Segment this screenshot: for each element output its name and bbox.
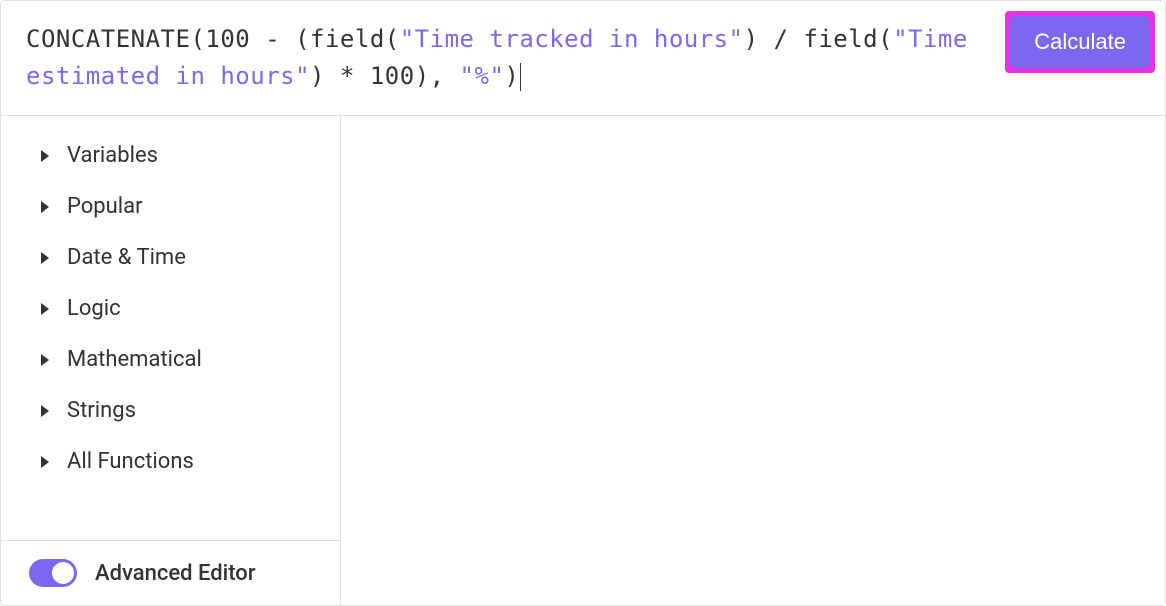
formula-token: ) / field(: [744, 25, 894, 53]
category-item-logic[interactable]: Logic: [1, 283, 340, 334]
advanced-editor-toggle[interactable]: [29, 559, 77, 587]
category-item-strings[interactable]: Strings: [1, 385, 340, 436]
formula-token: CONCATENATE(100 - (field(: [26, 25, 400, 53]
sidebar-footer: Advanced Editor: [1, 540, 340, 605]
category-item-variables[interactable]: Variables: [1, 130, 340, 181]
formula-token: ): [504, 62, 519, 90]
category-list: Variables Popular Date & Time Logic Mathemat…: [1, 116, 340, 540]
category-label: Date & Time: [67, 245, 186, 270]
caret-right-icon: [41, 456, 49, 468]
category-label: Mathematical: [67, 347, 202, 372]
caret-right-icon: [41, 405, 49, 417]
category-item-popular[interactable]: Popular: [1, 181, 340, 232]
function-sidebar: Variables Popular Date & Time Logic Mathemat…: [1, 116, 341, 605]
text-cursor: [520, 63, 521, 91]
toggle-knob: [52, 562, 74, 584]
caret-right-icon: [41, 252, 49, 264]
formula-editor-container: CONCATENATE(100 - (field("Time tracked i…: [0, 0, 1166, 606]
category-item-date-time[interactable]: Date & Time: [1, 232, 340, 283]
content-panel: [341, 116, 1165, 605]
formula-input[interactable]: CONCATENATE(100 - (field("Time tracked i…: [26, 21, 985, 95]
calculate-button[interactable]: Calculate: [1010, 16, 1150, 68]
category-label: All Functions: [67, 449, 194, 474]
advanced-editor-label: Advanced Editor: [95, 561, 256, 586]
calculate-highlight: Calculate: [1005, 11, 1155, 73]
formula-bar: CONCATENATE(100 - (field("Time tracked i…: [1, 1, 1165, 116]
category-item-all-functions[interactable]: All Functions: [1, 436, 340, 487]
lower-panel: Variables Popular Date & Time Logic Mathemat…: [1, 116, 1165, 605]
category-item-mathematical[interactable]: Mathematical: [1, 334, 340, 385]
formula-token: ) * 100),: [310, 62, 460, 90]
category-label: Variables: [67, 143, 158, 168]
caret-right-icon: [41, 303, 49, 315]
category-label: Popular: [67, 194, 143, 219]
formula-string-literal: "Time tracked in hours": [400, 25, 744, 53]
category-label: Strings: [67, 398, 136, 423]
formula-string-literal: "%": [460, 62, 505, 90]
caret-right-icon: [41, 201, 49, 213]
caret-right-icon: [41, 150, 49, 162]
caret-right-icon: [41, 354, 49, 366]
category-label: Logic: [67, 296, 121, 321]
